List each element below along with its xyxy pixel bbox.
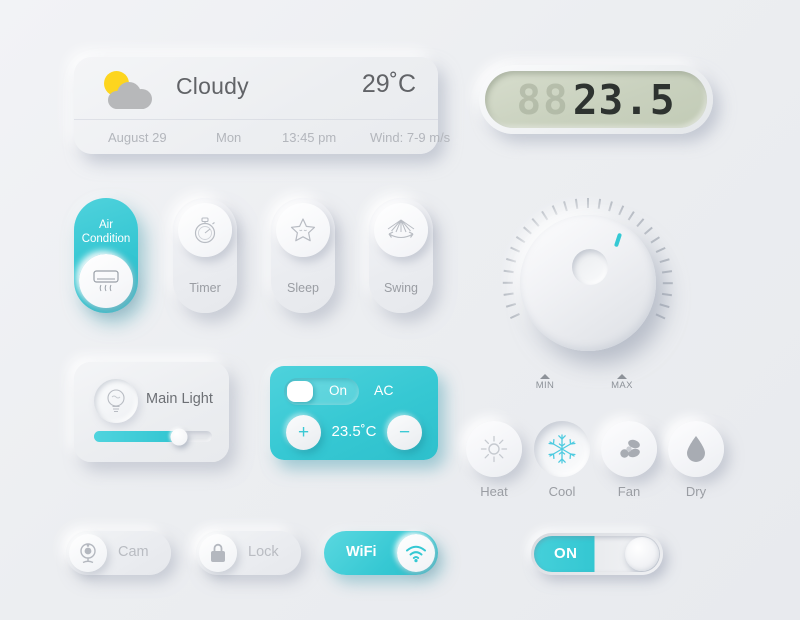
mode-pill-timer[interactable]: Timer xyxy=(173,198,237,313)
knob-body[interactable] xyxy=(520,215,656,351)
ui-kit-canvas: Cloudy 29˚C August 29 Mon 13:45 pm Wind:… xyxy=(0,0,800,620)
triangle-up-icon xyxy=(617,374,627,379)
mode-pill-swing[interactable]: Swing xyxy=(369,198,433,313)
wifi-icon xyxy=(397,534,435,572)
weather-card-details: August 29 Mon 13:45 pm Wind: 7-9 m/s xyxy=(74,119,450,154)
main-light-slider[interactable] xyxy=(94,428,212,445)
weather-wind: Wind: 7-9 m/s xyxy=(370,129,451,145)
hvac-button-dry[interactable]: Dry xyxy=(668,421,724,499)
quick-toggle-label-cam: Cam xyxy=(118,544,149,560)
weather-condition: Cloudy xyxy=(176,73,249,99)
stopwatch-icon xyxy=(178,203,232,257)
hvac-label-fan: Fan xyxy=(617,484,641,499)
triangle-up-icon xyxy=(540,374,550,379)
webcam-icon xyxy=(69,534,107,572)
weather-date: August 29 xyxy=(108,129,167,145)
ac-control-panel[interactable]: On AC + 23.5˚C − xyxy=(270,366,438,460)
sleeping-star-icon xyxy=(276,203,330,257)
main-light-label: Main Light xyxy=(146,391,213,407)
mode-pill-air-condition[interactable]: Air Condition xyxy=(74,198,138,313)
sun-behind-cloud-icon xyxy=(100,69,158,111)
weather-time: 13:45 pm xyxy=(282,129,337,145)
lcd-value: 23.5 xyxy=(572,75,676,124)
knob-min-marker: MIN xyxy=(525,374,565,391)
slider-knob[interactable] xyxy=(170,428,188,445)
snowflake-icon xyxy=(534,421,590,477)
hvac-label-dry: Dry xyxy=(685,484,707,499)
ac-panel-title: AC xyxy=(374,382,394,398)
padlock-icon xyxy=(199,534,237,572)
lcd-inactive-digits: 88 xyxy=(516,75,570,124)
power-switch-track: ON xyxy=(534,536,660,572)
ac-temp-decrease-button[interactable]: − xyxy=(387,415,422,450)
mode-pill-sleep[interactable]: Sleep xyxy=(271,198,335,313)
sun-icon xyxy=(466,421,522,477)
quick-toggle-label-lock: Lock xyxy=(248,544,279,560)
label-line-1: Air xyxy=(98,219,114,231)
mode-pill-label-swing: Swing xyxy=(383,281,419,295)
label-line-2: Condition xyxy=(81,233,131,245)
knob-position-indicator xyxy=(613,232,623,248)
mode-pill-label-air-condition: Air Condition xyxy=(74,218,138,246)
hvac-button-heat[interactable]: Heat xyxy=(466,421,522,499)
water-drop-icon xyxy=(668,421,724,477)
hvac-button-fan[interactable]: Fan xyxy=(601,421,657,499)
quick-toggle-cam[interactable]: Cam xyxy=(66,531,171,575)
power-switch-knob[interactable] xyxy=(625,537,659,571)
fan-blades-icon xyxy=(601,421,657,477)
lcd-display: 88 23.5 xyxy=(479,65,713,134)
knob-max-marker: MAX xyxy=(602,374,642,391)
lcd-screen: 88 23.5 xyxy=(485,71,707,128)
knob-dimple xyxy=(572,249,608,285)
weather-card[interactable]: Cloudy 29˚C August 29 Mon 13:45 pm Wind:… xyxy=(74,57,450,154)
main-light-card[interactable]: Main Light xyxy=(74,362,229,462)
weather-temperature: 29˚C xyxy=(361,70,416,98)
quick-toggle-wifi[interactable]: WiFi xyxy=(324,531,438,575)
ac-toggle-knob xyxy=(287,381,313,402)
quick-toggle-lock[interactable]: Lock xyxy=(196,531,301,575)
air-conditioner-icon xyxy=(79,254,133,308)
rotary-knob[interactable]: MIN MAX xyxy=(503,198,673,391)
mode-pill-label-sleep: Sleep xyxy=(287,281,319,295)
mode-pill-label-timer: Timer xyxy=(189,281,221,295)
weather-day: Mon xyxy=(216,129,242,145)
ac-power-toggle[interactable]: On xyxy=(284,378,359,405)
slider-fill xyxy=(94,431,179,442)
hvac-label-heat: Heat xyxy=(480,484,508,499)
knob-max-label: MAX xyxy=(611,380,633,391)
power-switch[interactable]: ON xyxy=(531,533,663,575)
hvac-label-cool: Cool xyxy=(548,484,576,499)
knob-min-label: MIN xyxy=(535,380,555,391)
lightbulb-icon[interactable] xyxy=(94,379,138,423)
hvac-button-cool[interactable]: Cool xyxy=(534,421,590,499)
weather-card-header: Cloudy 29˚C xyxy=(74,57,438,119)
swing-airflow-icon xyxy=(374,203,428,257)
ac-toggle-label: On xyxy=(328,383,347,398)
power-switch-label: ON xyxy=(554,545,578,562)
quick-toggle-label-wifi: WiFi xyxy=(346,544,377,560)
